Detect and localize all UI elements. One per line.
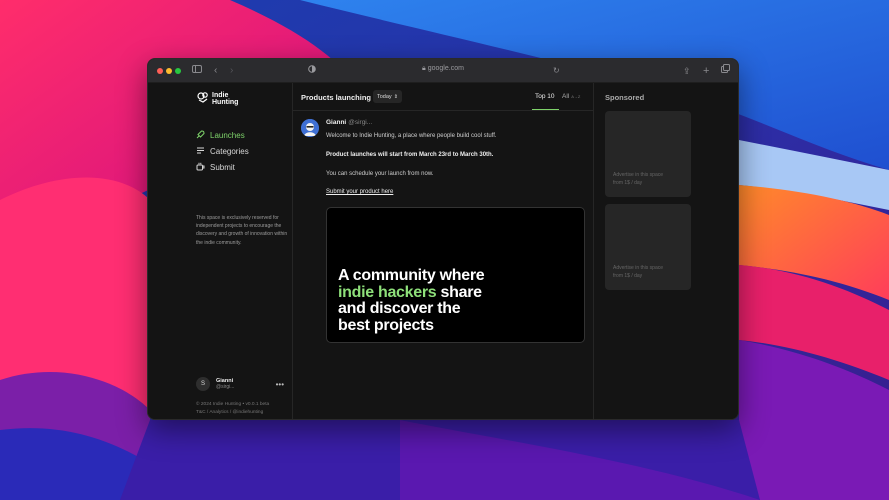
footer-links[interactable]: T&C / Analytics / @indiehunting xyxy=(196,409,269,417)
profile-handle: @sirgi... xyxy=(216,384,235,390)
privacy-shield-icon[interactable] xyxy=(308,64,316,78)
post-text-schedule: You can schedule your launch from now. xyxy=(326,171,434,177)
banner-line-2-rest: share xyxy=(436,283,483,301)
tab-all-sort: A→Z xyxy=(571,94,581,99)
tab-top-10[interactable]: Top 10 xyxy=(535,93,555,100)
zoom-window-button[interactable] xyxy=(175,68,181,74)
sponsored-title: Sponsored xyxy=(605,93,645,102)
forward-icon[interactable]: › xyxy=(230,64,233,78)
avatar: S xyxy=(196,377,210,391)
active-tab-indicator xyxy=(532,109,559,110)
post-author-name[interactable]: Gianni xyxy=(326,119,346,126)
ad-text-line1: Advertise in this space xyxy=(613,265,664,271)
welcome-post: Gianni @sirgi... Welcome to Indie Hunting… xyxy=(326,119,588,195)
browser-toolbar: ‹ › 🔒︎ google.com ↻ ⇪ + xyxy=(148,59,738,83)
community-banner: A community where indie hackers share an… xyxy=(326,207,585,343)
banner-line-2: indie hackers share xyxy=(338,283,484,302)
sidebar-item-label: Submit xyxy=(210,162,235,172)
sidebar-description: This space is exclusively reserved for i… xyxy=(196,215,288,246)
post-text-dates: Product launches will start from March 2… xyxy=(326,152,494,158)
post-author: Gianni @sirgi... xyxy=(326,119,588,126)
feed-header: Products launching Today ⇕ Top 10 All A→Z xyxy=(293,83,593,111)
banner-headline: A community where indie hackers share an… xyxy=(338,267,485,334)
ad-slot-2[interactable]: Advertise in this space from 1$ / day xyxy=(605,204,691,290)
close-window-button[interactable] xyxy=(157,68,163,74)
date-filter-dropdown[interactable]: Today ⇕ xyxy=(373,90,402,103)
logo-text-line2: Hunting xyxy=(212,99,239,106)
banner-line-1: A community where xyxy=(338,267,485,284)
tab-overview-icon[interactable] xyxy=(721,64,730,78)
app-logo[interactable]: Indie Hunting xyxy=(197,90,246,108)
reload-icon[interactable]: ↻ xyxy=(553,64,560,78)
submit-product-link[interactable]: Submit your product here xyxy=(326,189,393,195)
sidebar-item-label: Launches xyxy=(210,130,245,140)
list-icon xyxy=(196,146,205,157)
sidebar-item-submit[interactable]: Submit xyxy=(196,159,249,175)
more-options-icon[interactable]: ••• xyxy=(276,380,284,389)
ad-text-line2: from 1$ / day xyxy=(613,180,643,186)
minimize-window-button[interactable] xyxy=(166,68,172,74)
sidebar-item-launches[interactable]: Launches xyxy=(196,127,249,143)
banner-highlight: indie hackers xyxy=(338,283,437,301)
new-tab-icon[interactable]: + xyxy=(703,64,709,78)
ad-slot-1[interactable]: Advertise in this space from 1$ / day xyxy=(605,111,691,197)
sidebar-toggle-icon[interactable] xyxy=(192,64,202,79)
banner-line-4: best projects xyxy=(338,316,434,334)
main-feed: Products launching Today ⇕ Top 10 All A→Z… xyxy=(293,83,594,419)
tab-all[interactable]: All A→Z xyxy=(562,93,580,100)
browser-window: ‹ › 🔒︎ google.com ↻ ⇪ + Indie Hunting La… xyxy=(147,58,739,420)
date-filter-value: Today xyxy=(377,93,392,100)
sidebar-nav: Launches Categories Submit xyxy=(196,127,249,175)
page-title: Products launching xyxy=(301,93,372,102)
post-text-welcome: Welcome to Indie Hunting, a place where … xyxy=(326,133,497,139)
post-author-handle: @sirgi... xyxy=(348,119,373,126)
logo-icon xyxy=(197,90,209,108)
share-icon[interactable]: ⇪ xyxy=(683,64,691,78)
ad-text: Advertise in this space from 1$ / day xyxy=(613,264,683,280)
ad-text: Advertise in this space from 1$ / day xyxy=(613,171,683,187)
sponsored-panel: Sponsored Advertise in this space from 1… xyxy=(594,83,738,419)
sidebar-item-label: Categories xyxy=(210,146,249,156)
post-author-avatar[interactable] xyxy=(301,119,319,137)
back-icon[interactable]: ‹ xyxy=(214,64,217,78)
cup-icon xyxy=(196,162,205,173)
footer-copyright: © 2024 Indie Hunting • v0.0.1 beta xyxy=(196,402,270,407)
lock-icon: 🔒︎ xyxy=(422,65,426,72)
address-bar[interactable]: 🔒︎ google.com xyxy=(148,65,738,73)
logo-text-line1: Indie xyxy=(212,92,229,99)
url-text[interactable]: google.com xyxy=(428,65,464,72)
chevron-updown-icon: ⇕ xyxy=(393,93,398,100)
sidebar: Indie Hunting Launches Categories Submit… xyxy=(148,83,293,419)
sidebar-footer: © 2024 Indie Hunting • v0.0.1 beta T&C /… xyxy=(196,401,269,416)
banner-line-3: and discover the xyxy=(338,300,461,317)
rocket-icon xyxy=(196,129,205,141)
user-profile[interactable]: S Gianni @sirgi... ••• xyxy=(196,377,284,391)
tab-all-label: All xyxy=(562,93,570,100)
ad-text-line2: from 1$ / day xyxy=(613,273,643,279)
ad-text-line1: Advertise in this space xyxy=(613,172,664,178)
sidebar-item-categories[interactable]: Categories xyxy=(196,143,249,159)
